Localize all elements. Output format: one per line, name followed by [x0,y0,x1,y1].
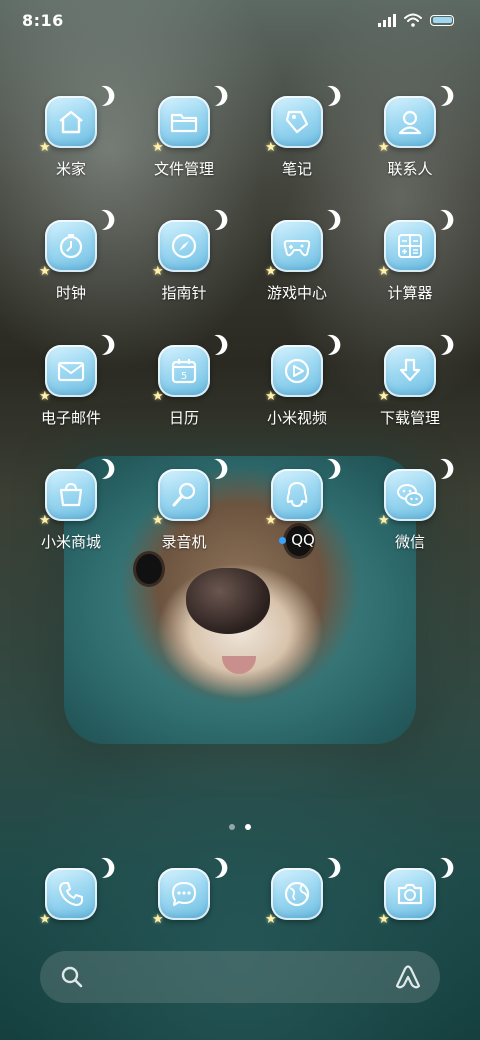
note-tag-icon [285,110,309,134]
gamepad-icon [283,240,311,257]
page-dot-active[interactable] [245,824,251,830]
app-label: 游戏中心 [266,284,327,302]
microphone-icon [172,482,196,507]
camera-icon [397,883,423,905]
play-icon [284,358,310,384]
search-bar[interactable] [40,951,440,1003]
page-indicator[interactable] [0,824,480,830]
app-label: 文件管理 [153,160,214,178]
qq-penguin-icon [286,482,308,507]
app-clock[interactable]: ★ 时钟 [15,216,127,336]
app-file-manager[interactable]: ★ 文件管理 [128,92,240,212]
app-label: 米家 [55,160,86,178]
app-label: 联系人 [387,160,433,178]
app-wechat[interactable]: ★ 微信 [354,465,466,585]
app-label: QQ [241,531,353,549]
otter-mouth [222,656,256,674]
signal-icon [378,13,396,27]
phone-icon [59,882,83,906]
app-label: 小米视频 [266,409,327,427]
app-label: 时钟 [55,284,86,302]
search-icon[interactable] [60,965,84,989]
dock-camera[interactable]: ★ [354,864,466,926]
app-downloads[interactable]: ★ 下载管理 [354,341,466,461]
app-label: 计算器 [387,284,433,302]
assistant-icon[interactable] [394,964,422,990]
app-label: 小米商城 [40,533,101,551]
app-label: 指南针 [161,284,207,302]
app-label: 日历 [168,409,199,427]
calendar-day: 5 [181,371,187,382]
app-email[interactable]: ★ 电子邮件 [15,341,127,461]
app-contacts[interactable]: ★ 联系人 [354,92,466,212]
message-icon [172,882,196,906]
notification-dot [279,537,287,544]
home-icon [59,110,83,134]
folder-icon [170,113,198,133]
app-label: 笔记 [281,160,312,178]
app-mi-video[interactable]: ★ 小米视频 [241,341,353,461]
status-icons [378,13,454,27]
clock-icon [59,234,83,259]
app-mi-store[interactable]: ★ 小米商城 [15,465,127,585]
app-label: 电子邮件 [40,409,101,427]
shopping-bag-icon [59,482,83,507]
app-recorder[interactable]: ★ 录音机 [128,465,240,585]
app-label: 下载管理 [379,409,440,427]
calendar-icon: 5 [171,359,197,384]
app-label: 微信 [394,533,425,551]
download-icon [399,358,421,382]
app-game-center[interactable]: ★ 游戏中心 [241,216,353,336]
app-mijia[interactable]: ★ 米家 [15,92,127,212]
mail-icon [57,361,85,382]
battery-icon [430,14,454,26]
status-bar: 8:16 [0,0,480,42]
dock-browser[interactable]: ★ [241,864,353,926]
wechat-icon [397,484,423,506]
browser-icon [284,881,310,907]
dock-messages[interactable]: ★ [128,864,240,926]
app-compass[interactable]: ★ 指南针 [128,216,240,336]
compass-icon [171,233,197,259]
app-notes[interactable]: ★ 笔记 [241,92,353,212]
app-qq[interactable]: ★ QQ [241,465,353,585]
contact-icon [398,110,422,135]
wifi-icon [404,13,422,27]
calculator-icon [398,234,422,258]
app-label-text: QQ [291,531,315,549]
dock-phone[interactable]: ★ [15,864,127,926]
app-calendar[interactable]: 5 ★ 日历 [128,341,240,461]
status-time: 8:16 [22,11,64,30]
app-calculator[interactable]: ★ 计算器 [354,216,466,336]
page-dot[interactable] [229,824,235,830]
app-label: 录音机 [161,533,207,551]
